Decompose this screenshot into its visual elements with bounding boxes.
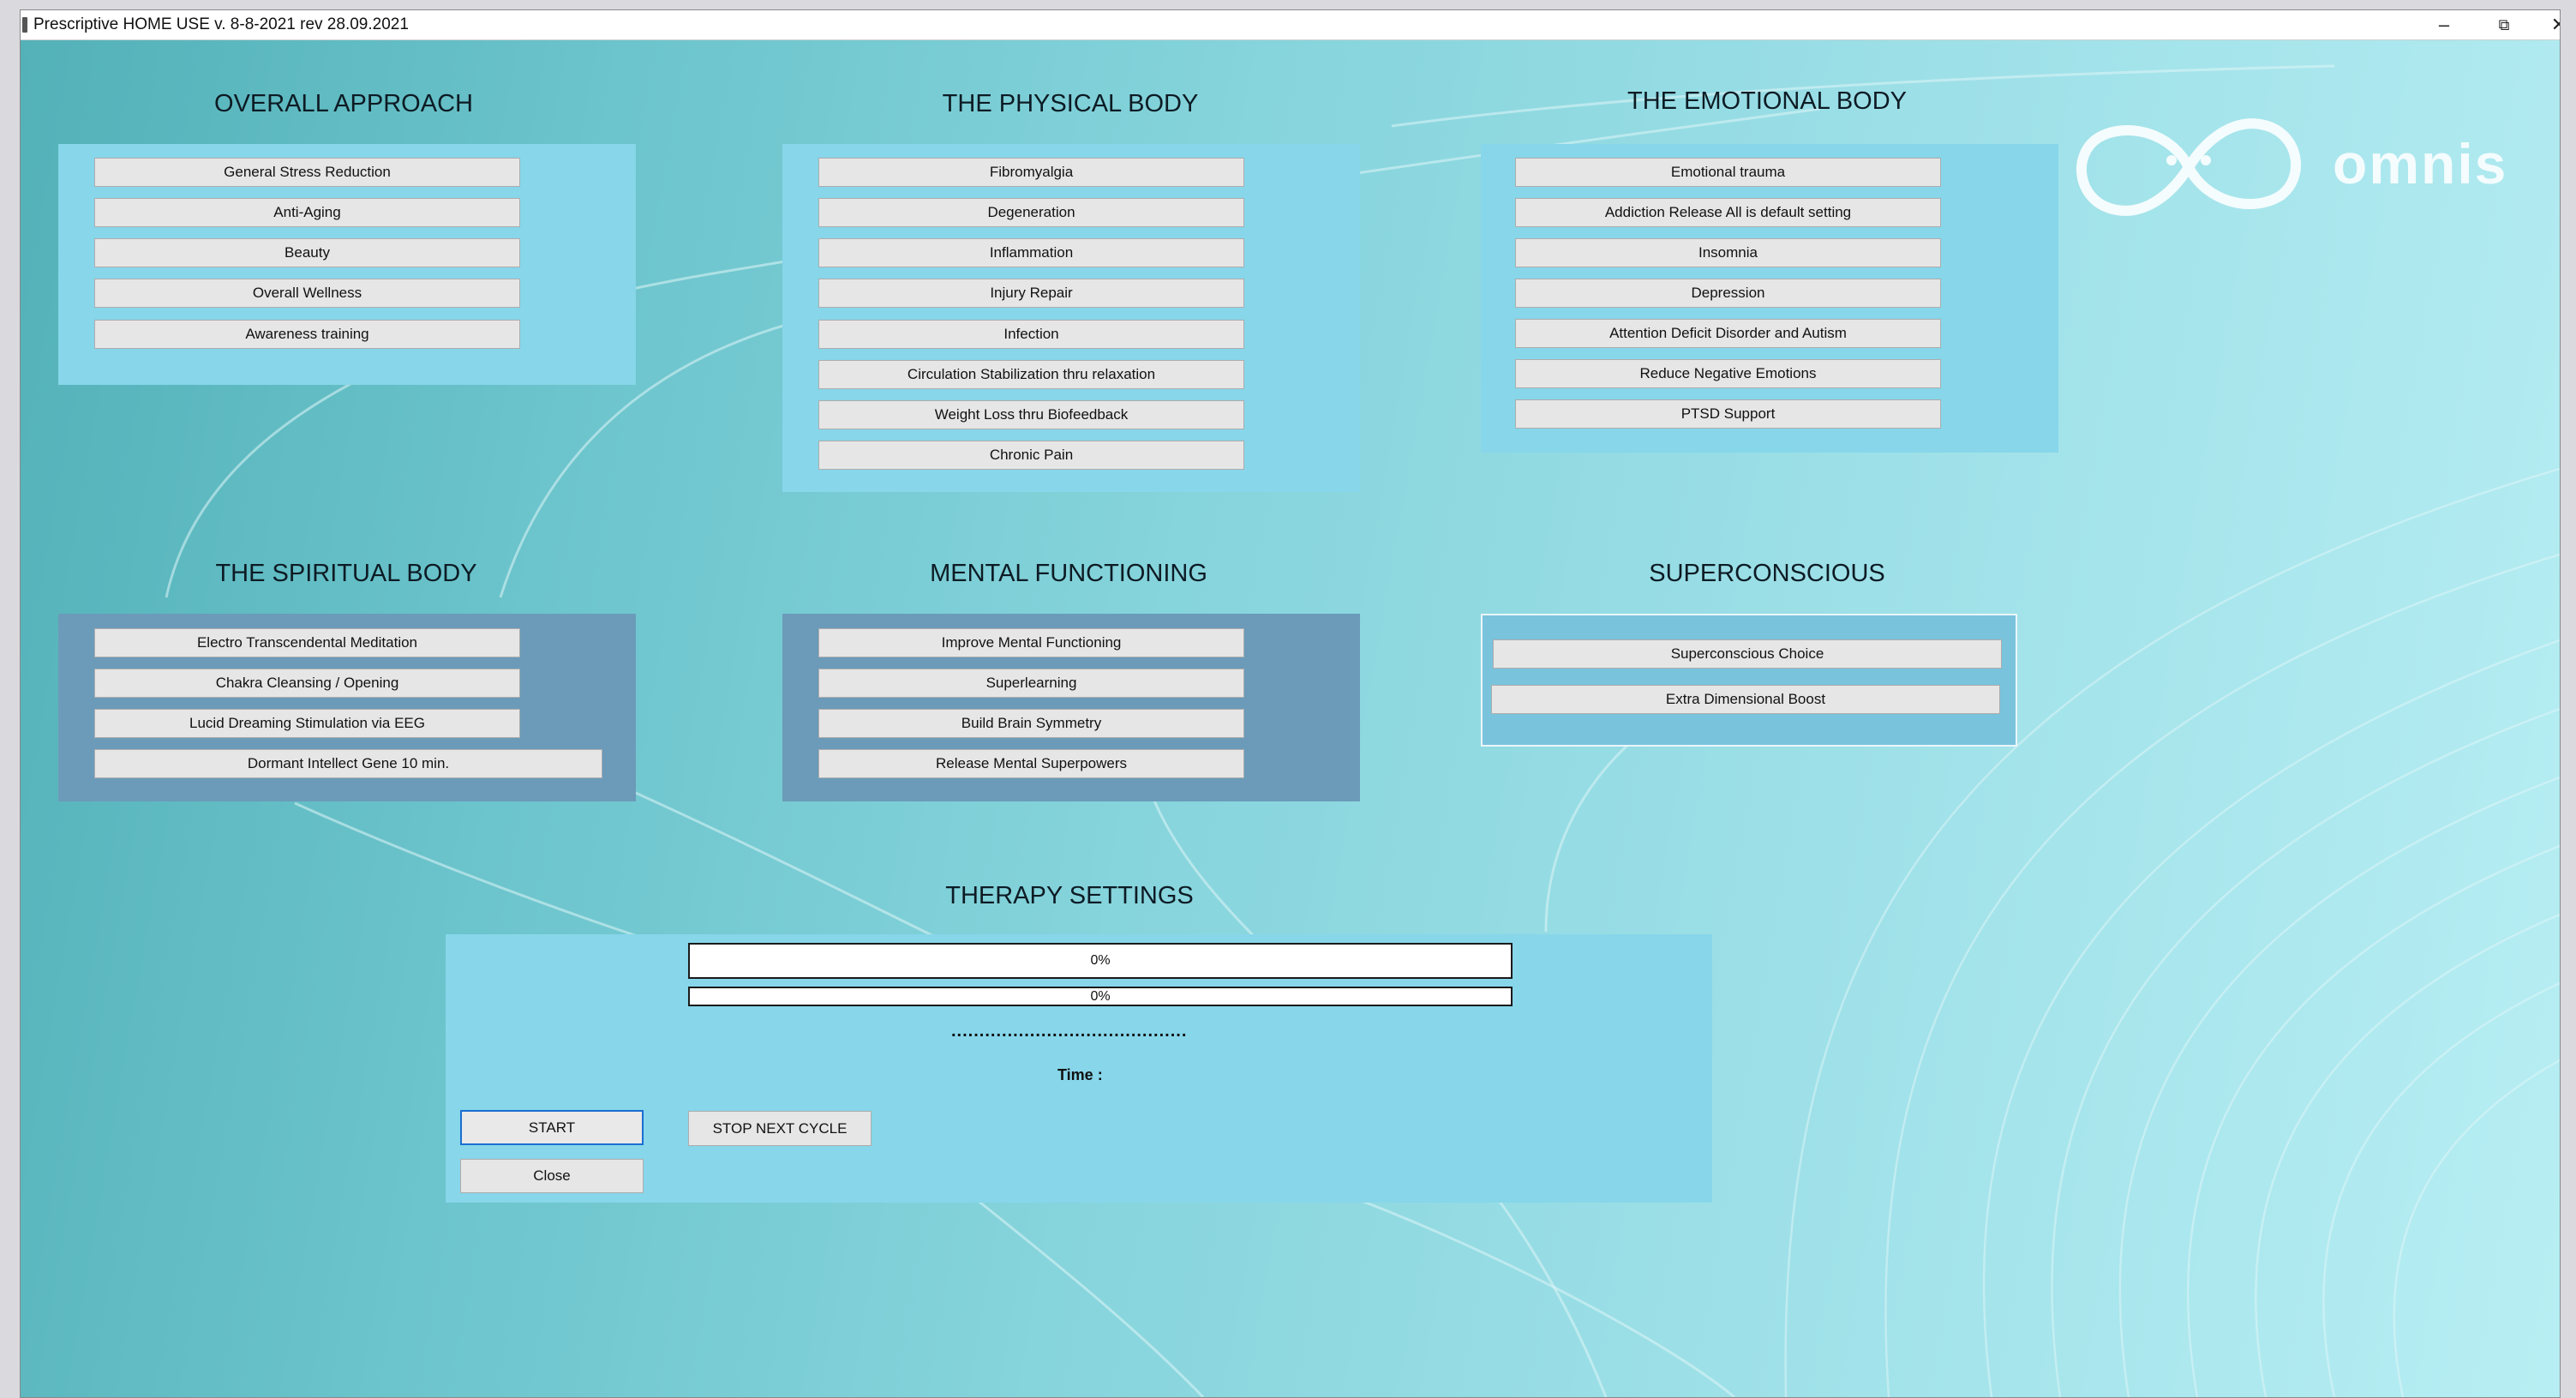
program-button[interactable]: Electro Transcendental Meditation <box>94 628 520 657</box>
program-button[interactable]: Chronic Pain <box>818 441 1244 470</box>
progress-bar-primary: 0% <box>688 943 1513 979</box>
infinity-logo-icon <box>2076 118 2302 216</box>
stop-next-cycle-button[interactable]: STOP NEXT CYCLE <box>688 1111 872 1146</box>
program-button[interactable]: Lucid Dreaming Stimulation via EEG <box>94 709 520 738</box>
program-button[interactable]: Dormant Intellect Gene 10 min. <box>94 749 602 778</box>
app-window: Prescriptive HOME USE v. 8-8-2021 rev 28… <box>20 9 2561 1398</box>
section-title-overall: OVERALL APPROACH <box>214 90 473 117</box>
program-button[interactable]: PTSD Support <box>1515 399 1941 429</box>
time-label: Time : <box>1057 1066 1103 1083</box>
panel-therapy: 0% 0% ..................................… <box>446 934 1712 1203</box>
close-window-button[interactable]: ✕ <box>2540 10 2560 39</box>
program-button[interactable]: Overall Wellness <box>94 279 520 308</box>
panel-mental: Improve Mental Functioning Superlearning… <box>782 614 1360 801</box>
close-button[interactable]: Close <box>460 1159 644 1193</box>
program-button[interactable]: Circulation Stabilization thru relaxatio… <box>818 360 1244 389</box>
minimize-button[interactable]: – <box>2418 10 2470 39</box>
program-button[interactable]: Weight Loss thru Biofeedback <box>818 400 1244 429</box>
section-title-spiritual: THE SPIRITUAL BODY <box>215 560 477 587</box>
panel-emotional: Emotional trauma Addiction Release All i… <box>1481 144 2058 453</box>
panel-superconscious: Superconscious Choice Extra Dimensional … <box>1481 614 2017 747</box>
program-button[interactable]: Reduce Negative Emotions <box>1515 359 1941 388</box>
brand-name: omnis <box>2333 132 2508 195</box>
main-content: omnis OVERALL APPROACH General Stress Re… <box>21 40 2560 1397</box>
program-button[interactable]: Attention Deficit Disorder and Autism <box>1515 319 1941 348</box>
program-button[interactable]: Injury Repair <box>818 279 1244 308</box>
maximize-button[interactable]: ⧉ <box>2478 10 2530 39</box>
program-button[interactable]: General Stress Reduction <box>94 158 520 187</box>
window-title: Prescriptive HOME USE v. 8-8-2021 rev 28… <box>33 15 409 33</box>
app-icon <box>22 17 27 33</box>
program-button[interactable]: Insomnia <box>1515 238 1941 267</box>
section-title-physical: THE PHYSICAL BODY <box>942 90 1199 117</box>
section-title-superconscious: SUPERCONSCIOUS <box>1649 560 1885 587</box>
program-button[interactable]: Improve Mental Functioning <box>818 628 1244 657</box>
program-button[interactable]: Superconscious Choice <box>1493 639 2002 669</box>
section-title-emotional: THE EMOTIONAL BODY <box>1626 87 1908 115</box>
program-button[interactable]: Infection <box>818 320 1244 349</box>
program-button[interactable]: Release Mental Superpowers <box>818 749 1244 778</box>
program-button[interactable]: Extra Dimensional Boost <box>1491 685 2000 714</box>
program-button[interactable]: Emotional trauma <box>1515 158 1941 187</box>
program-button[interactable]: Inflammation <box>818 238 1244 267</box>
program-button[interactable]: Awareness training <box>94 320 520 349</box>
start-button[interactable]: START <box>460 1110 644 1145</box>
section-title-therapy: THERAPY SETTINGS <box>945 882 1194 909</box>
section-title-mental: MENTAL FUNCTIONING <box>930 560 1207 587</box>
panel-overall: General Stress Reduction Anti-Aging Beau… <box>58 144 636 385</box>
time-separator: ........................................… <box>951 1022 1188 1041</box>
panel-physical: Fibromyalgia Degeneration Inflammation I… <box>782 144 1360 492</box>
progress-secondary-label: 0% <box>1090 988 1111 1004</box>
program-button[interactable]: Superlearning <box>818 669 1244 698</box>
program-button[interactable]: Chakra Cleansing / Opening <box>94 669 520 698</box>
program-button[interactable]: Anti-Aging <box>94 198 520 227</box>
program-button[interactable]: Build Brain Symmetry <box>818 709 1244 738</box>
program-button[interactable]: Degeneration <box>818 198 1244 227</box>
progress-primary-label: 0% <box>1090 953 1111 968</box>
program-button[interactable]: Depression <box>1515 279 1941 308</box>
program-button[interactable]: Beauty <box>94 238 520 267</box>
title-bar[interactable]: Prescriptive HOME USE v. 8-8-2021 rev 28… <box>21 10 2560 40</box>
panel-spiritual: Electro Transcendental Meditation Chakra… <box>58 614 636 801</box>
program-button[interactable]: Addiction Release All is default setting <box>1515 198 1941 227</box>
program-button[interactable]: Fibromyalgia <box>818 158 1244 187</box>
progress-bar-secondary: 0% <box>688 987 1513 1006</box>
